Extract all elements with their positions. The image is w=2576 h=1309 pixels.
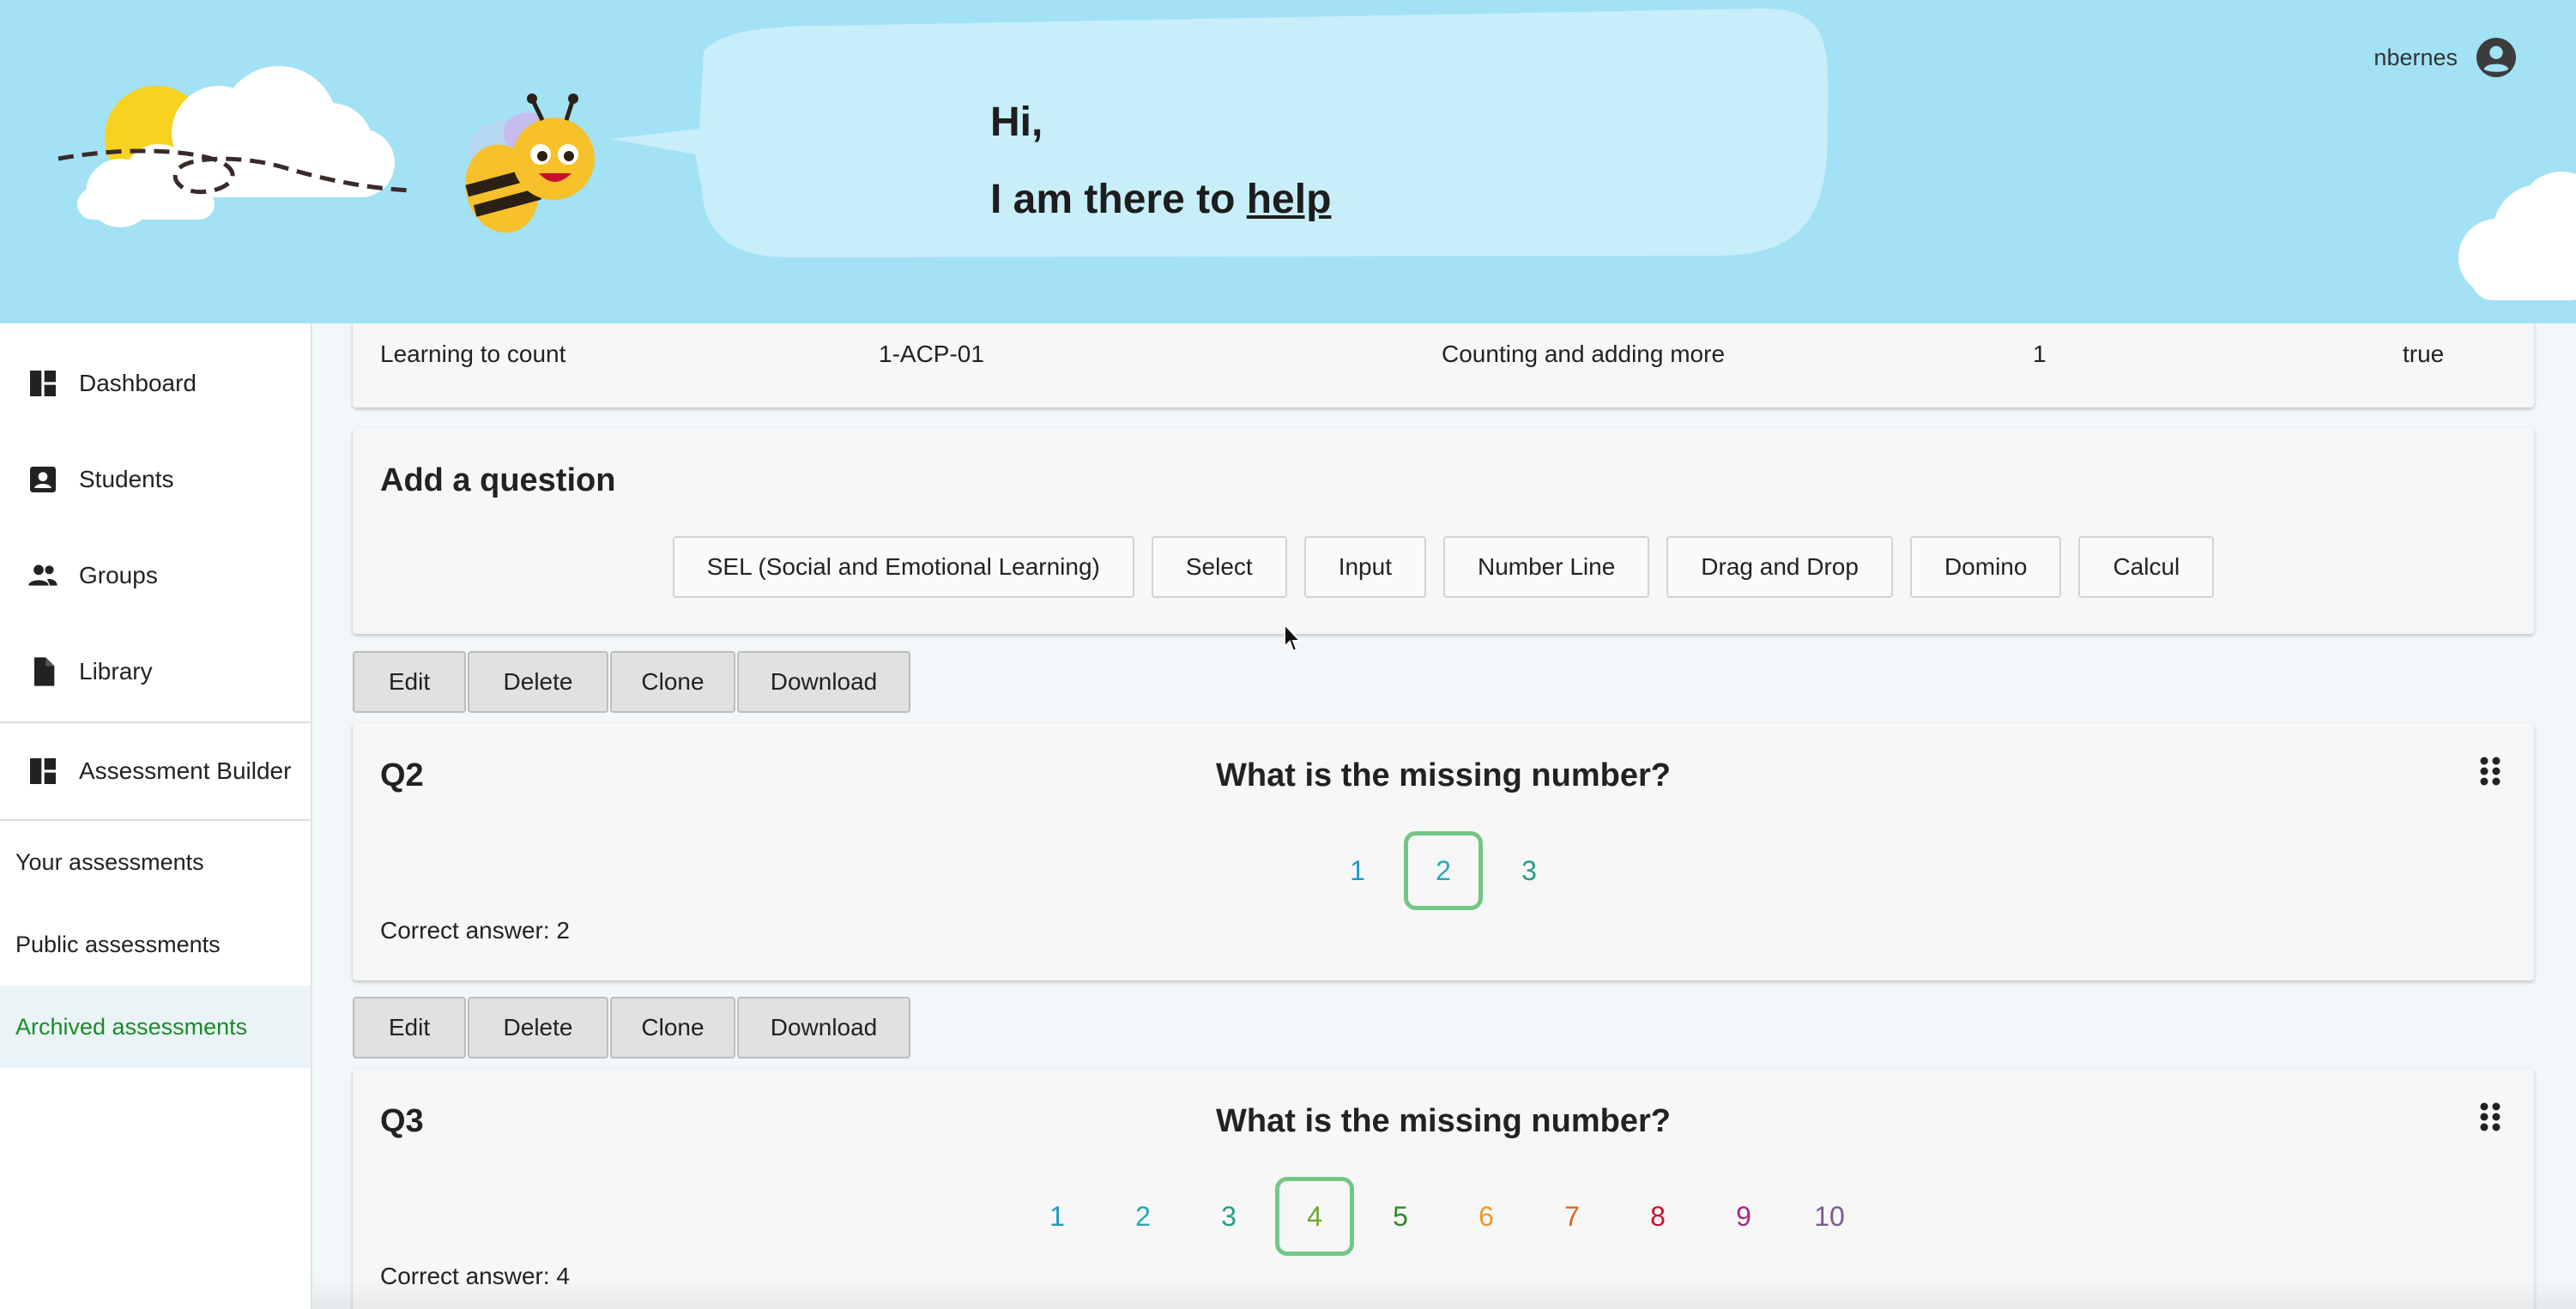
answer-option[interactable]: 3 (1490, 831, 1569, 910)
download-button[interactable]: Download (737, 651, 910, 713)
main-content: Learning to count 1-ACP-01 Counting and … (312, 323, 2576, 1309)
add-number-line-question-button[interactable]: Number Line (1442, 536, 1650, 598)
clone-button[interactable]: Clone (610, 651, 735, 713)
answer-option[interactable]: 5 (1361, 1177, 1440, 1256)
header-banner: Hi, I am there to help nbernes (0, 0, 2576, 323)
answer-option[interactable]: 8 (1618, 1177, 1697, 1256)
answer-option[interactable]: 7 (1533, 1177, 1612, 1256)
sidebar-item-dashboard[interactable]: Dashboard (0, 335, 311, 431)
sidebar-subitem-archived-assessments[interactable]: Archived assessments (0, 986, 311, 1068)
answer-option[interactable]: 2 (1404, 831, 1483, 910)
assessment-topic: Counting and adding more (1442, 341, 1726, 367)
mouse-cursor-icon (1284, 623, 1302, 653)
answer-option[interactable]: 3 (1189, 1177, 1268, 1256)
sidebar-item-label: Dashboard (79, 370, 197, 396)
question-label: Q2 (380, 757, 424, 793)
account-circle-icon[interactable] (2476, 38, 2516, 77)
add-sel-question-button[interactable]: SEL (Social and Emotional Learning) (672, 536, 1134, 598)
sidebar-item-label: Library (79, 658, 153, 685)
answer-options: 1 2 3 4 5 6 7 8 9 10 (353, 1177, 2534, 1256)
help-link[interactable]: help (1247, 177, 1332, 222)
edit-button[interactable]: Edit (353, 997, 466, 1059)
assessment-row[interactable]: Learning to count 1-ACP-01 Counting and … (353, 323, 2534, 407)
answer-option[interactable]: 6 (1447, 1177, 1526, 1256)
answer-option[interactable]: 4 (1275, 1177, 1354, 1256)
greeting-prefix: I am there to (990, 177, 1247, 222)
sidebar-item-label: Assessment Builder (79, 757, 292, 784)
add-question-card: Add a question SEL (Social and Emotional… (353, 428, 2534, 634)
greeting: Hi, I am there to help (990, 84, 1331, 238)
greeting-line-1: Hi, (990, 100, 1043, 145)
answer-option[interactable]: 2 (1104, 1177, 1182, 1256)
add-calcul-question-button[interactable]: Calcul (2078, 536, 2215, 598)
answer-option[interactable]: 10 (1790, 1177, 1869, 1256)
add-question-title: Add a question (380, 462, 616, 498)
sidebar-item-library[interactable]: Library (0, 624, 311, 720)
user-name: nbernes (2373, 44, 2458, 70)
sidebar-item-label: Groups (79, 562, 158, 588)
question-text: What is the missing number? (1216, 1103, 1671, 1139)
dashboard-icon (30, 758, 56, 784)
drag-handle-icon[interactable] (2479, 1101, 2501, 1132)
dashboard-icon (30, 371, 56, 396)
question-toolbar: Edit Delete Clone Download (353, 997, 910, 1059)
answer-option[interactable]: 9 (1704, 1177, 1783, 1256)
greeting-line-2: I am there to help (990, 161, 1331, 238)
drag-handle-icon[interactable] (2479, 756, 2501, 787)
sidebar-item-groups[interactable]: Groups (0, 528, 311, 624)
clone-button[interactable]: Clone (610, 997, 735, 1059)
download-button[interactable]: Download (737, 997, 910, 1059)
answer-option[interactable]: 1 (1318, 831, 1397, 910)
groups-icon (28, 564, 57, 586)
sidebar: Dashboard Students Groups Library Assess… (0, 323, 312, 1309)
add-select-question-button[interactable]: Select (1151, 536, 1287, 598)
bee-mascot (465, 94, 595, 233)
sidebar-item-assessment-builder[interactable]: Assessment Builder (0, 723, 311, 819)
assessment-code: 1-ACP-01 (879, 341, 984, 367)
sidebar-item-label: Students (79, 466, 174, 492)
sidebar-subitem-your-assessments[interactable]: Your assessments (0, 821, 311, 903)
question-toolbar: Edit Delete Clone Download (353, 651, 910, 713)
add-drag-and-drop-question-button[interactable]: Drag and Drop (1666, 536, 1893, 598)
question-label: Q3 (380, 1103, 424, 1139)
user-menu[interactable]: nbernes (2373, 38, 2516, 77)
question-type-buttons: SEL (Social and Emotional Learning) Sele… (353, 536, 2534, 598)
document-icon (34, 657, 55, 686)
assessment-name: Learning to count (380, 341, 566, 367)
assessment-flag: true (2403, 341, 2445, 367)
question-card: What is the missing number? Q2 123 Corre… (353, 723, 2534, 980)
sidebar-item-students[interactable]: Students (0, 431, 311, 528)
bottom-shadow (312, 1278, 2576, 1309)
correct-answer: Correct answer: 2 (380, 917, 570, 944)
delete-button[interactable]: Delete (468, 651, 608, 713)
add-input-question-button[interactable]: Input (1303, 536, 1426, 598)
answer-option[interactable]: 1 (1018, 1177, 1097, 1256)
answer-options: 123 (353, 831, 2534, 910)
edit-button[interactable]: Edit (353, 651, 466, 713)
delete-button[interactable]: Delete (468, 997, 608, 1059)
question-text: What is the missing number? (1216, 757, 1671, 793)
cloud-icon-right (2458, 172, 2576, 300)
assessment-level: 1 (2033, 341, 2047, 367)
question-card: What is the missing number? Q3 123456789… (353, 1069, 2534, 1309)
sidebar-subitem-public-assessments[interactable]: Public assessments (0, 903, 311, 986)
student-badge-icon (30, 467, 56, 492)
add-domino-question-button[interactable]: Domino (1909, 536, 2062, 598)
